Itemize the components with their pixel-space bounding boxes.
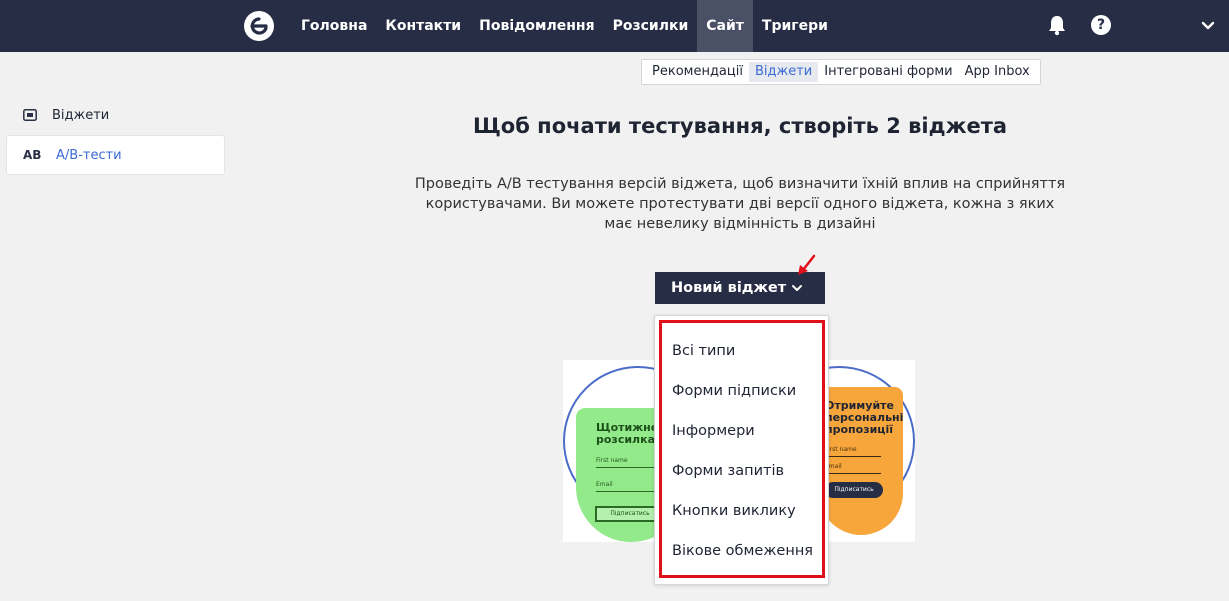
chevron-down-icon (792, 285, 802, 291)
sidebar-item-label: Віджети (52, 107, 110, 123)
new-widget-button-label: Новий віджет (671, 280, 787, 296)
nav-home[interactable]: Головна (292, 0, 376, 52)
chevron-down-icon[interactable] (1199, 16, 1217, 34)
page-title: Щоб почати тестування, створіть 2 віджет… (472, 114, 1008, 138)
tab-integrated-forms[interactable]: Інтегровані форми (818, 62, 958, 82)
site-subnav: Рекомендації Віджети Інтегровані форми A… (641, 59, 1041, 85)
tab-app-inbox[interactable]: App Inbox (959, 62, 1036, 82)
sidebar-item-widgets[interactable]: Віджети (6, 95, 225, 135)
dropdown-item-call-buttons[interactable]: Кнопки виклику (672, 503, 796, 519)
green-form-field-label: Email (596, 481, 613, 488)
red-arrow-annotation-icon (798, 254, 816, 275)
nav-messages[interactable]: Повідомлення (470, 0, 603, 52)
widget-icon (23, 109, 37, 121)
dropdown-item-age-restriction[interactable]: Вікове обмеження (672, 543, 813, 559)
main-nav: Головна Контакти Повідомлення Розсилки С… (292, 0, 837, 52)
dropdown-item-subscription-forms[interactable]: Форми підписки (672, 383, 796, 399)
orange-form-field-label: First name (825, 446, 857, 453)
green-form-field-label: First name (596, 457, 628, 464)
top-navbar: Головна Контакти Повідомлення Розсилки С… (0, 0, 1229, 52)
orange-form-line (825, 473, 881, 474)
dropdown-item-informers[interactable]: Інформери (672, 423, 755, 439)
sidebar-item-ab-tests[interactable]: AB A/B-тести (6, 135, 225, 175)
bell-icon[interactable] (1047, 14, 1067, 36)
page-description: Проведіть A/B тестування версій віджета,… (414, 176, 1066, 232)
help-icon[interactable]: ? (1091, 15, 1111, 35)
tab-widgets[interactable]: Віджети (748, 62, 819, 82)
ab-icon: AB (23, 148, 42, 162)
esputnik-logo-icon[interactable] (243, 10, 275, 42)
orange-form-button: Підписатись (825, 482, 883, 498)
orange-form-line (825, 456, 881, 457)
orange-form-title: Отримуйте персональні пропозиції (825, 399, 904, 436)
tab-recommendations[interactable]: Рекомендації (646, 62, 749, 82)
nav-contacts[interactable]: Контакти (376, 0, 470, 52)
nav-campaigns[interactable]: Розсилки (604, 0, 698, 52)
sidebar-item-label: A/B-тести (56, 147, 122, 163)
nav-triggers[interactable]: Тригери (753, 0, 837, 52)
nav-site[interactable]: Сайт (697, 0, 753, 52)
dropdown-item-all-types[interactable]: Всі типи (672, 343, 735, 359)
dropdown-item-request-forms[interactable]: Форми запитів (672, 463, 784, 479)
